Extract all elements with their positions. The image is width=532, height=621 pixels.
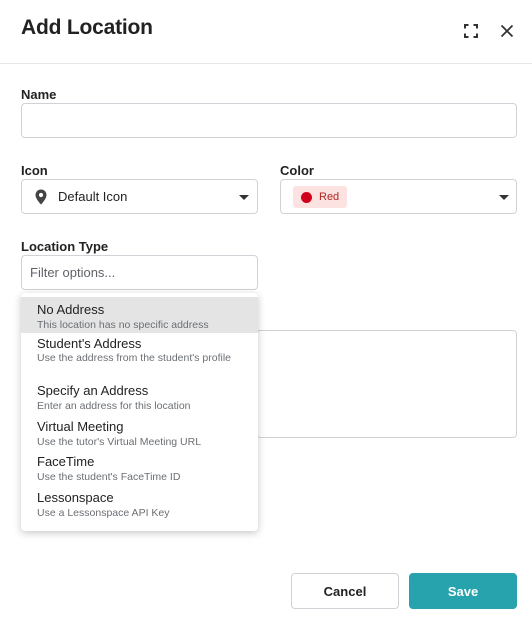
option-description: Enter an address for this location bbox=[37, 400, 191, 412]
dialog-header: Add Location bbox=[0, 0, 532, 64]
cancel-button[interactable]: Cancel bbox=[291, 573, 399, 609]
option-title: Specify an Address bbox=[37, 383, 149, 398]
address-textarea[interactable] bbox=[256, 330, 517, 438]
option-description: Use the student's FaceTime ID bbox=[37, 471, 181, 483]
name-label: Name bbox=[21, 87, 57, 102]
chevron-down-icon bbox=[499, 195, 509, 200]
dialog-title: Add Location bbox=[21, 16, 153, 39]
close-icon[interactable] bbox=[496, 20, 518, 42]
icon-select[interactable]: Default Icon bbox=[21, 179, 258, 214]
option-title: Virtual Meeting bbox=[37, 419, 124, 434]
option-description: Use the tutor's Virtual Meeting URL bbox=[37, 436, 202, 448]
location-type-label: Location Type bbox=[21, 239, 109, 254]
option-description: Use the address from the student's profi… bbox=[37, 352, 232, 364]
chevron-down-icon bbox=[239, 195, 249, 200]
map-pin-icon bbox=[35, 189, 47, 210]
option-description: This location has no specific address bbox=[37, 319, 209, 331]
name-input[interactable] bbox=[21, 103, 517, 138]
location-type-dropdown: No Address This location has no specific… bbox=[21, 293, 258, 531]
option-description: Use a Lessonspace API Key bbox=[37, 507, 170, 519]
option-virtual-meeting[interactable]: Virtual Meeting Use the tutor's Virtual … bbox=[21, 415, 258, 451]
filter-placeholder: Filter options... bbox=[30, 265, 116, 280]
color-swatch bbox=[301, 191, 312, 203]
option-specify-address[interactable]: Specify an Address Enter an address for … bbox=[21, 381, 258, 415]
location-type-filter-input[interactable]: Filter options... bbox=[21, 255, 258, 290]
option-lessonspace[interactable]: Lessonspace Use a Lessonspace API Key bbox=[21, 487, 258, 525]
icon-select-value: Default Icon bbox=[58, 189, 128, 204]
option-title: FaceTime bbox=[37, 454, 95, 469]
color-badge: Red bbox=[293, 186, 348, 208]
color-select-value: Red bbox=[319, 191, 340, 203]
option-title: No Address bbox=[37, 302, 105, 317]
option-students-address[interactable]: Student's Address Use the address from t… bbox=[21, 333, 258, 381]
option-title: Student's Address bbox=[37, 336, 142, 351]
color-label: Color bbox=[280, 163, 314, 178]
expand-icon[interactable] bbox=[460, 20, 482, 42]
option-title: Lessonspace bbox=[37, 490, 114, 505]
save-button[interactable]: Save bbox=[409, 573, 517, 609]
color-select[interactable]: Red bbox=[280, 179, 517, 214]
option-facetime[interactable]: FaceTime Use the student's FaceTime ID bbox=[21, 451, 258, 487]
option-no-address[interactable]: No Address This location has no specific… bbox=[21, 297, 258, 333]
icon-label: Icon bbox=[21, 163, 48, 178]
